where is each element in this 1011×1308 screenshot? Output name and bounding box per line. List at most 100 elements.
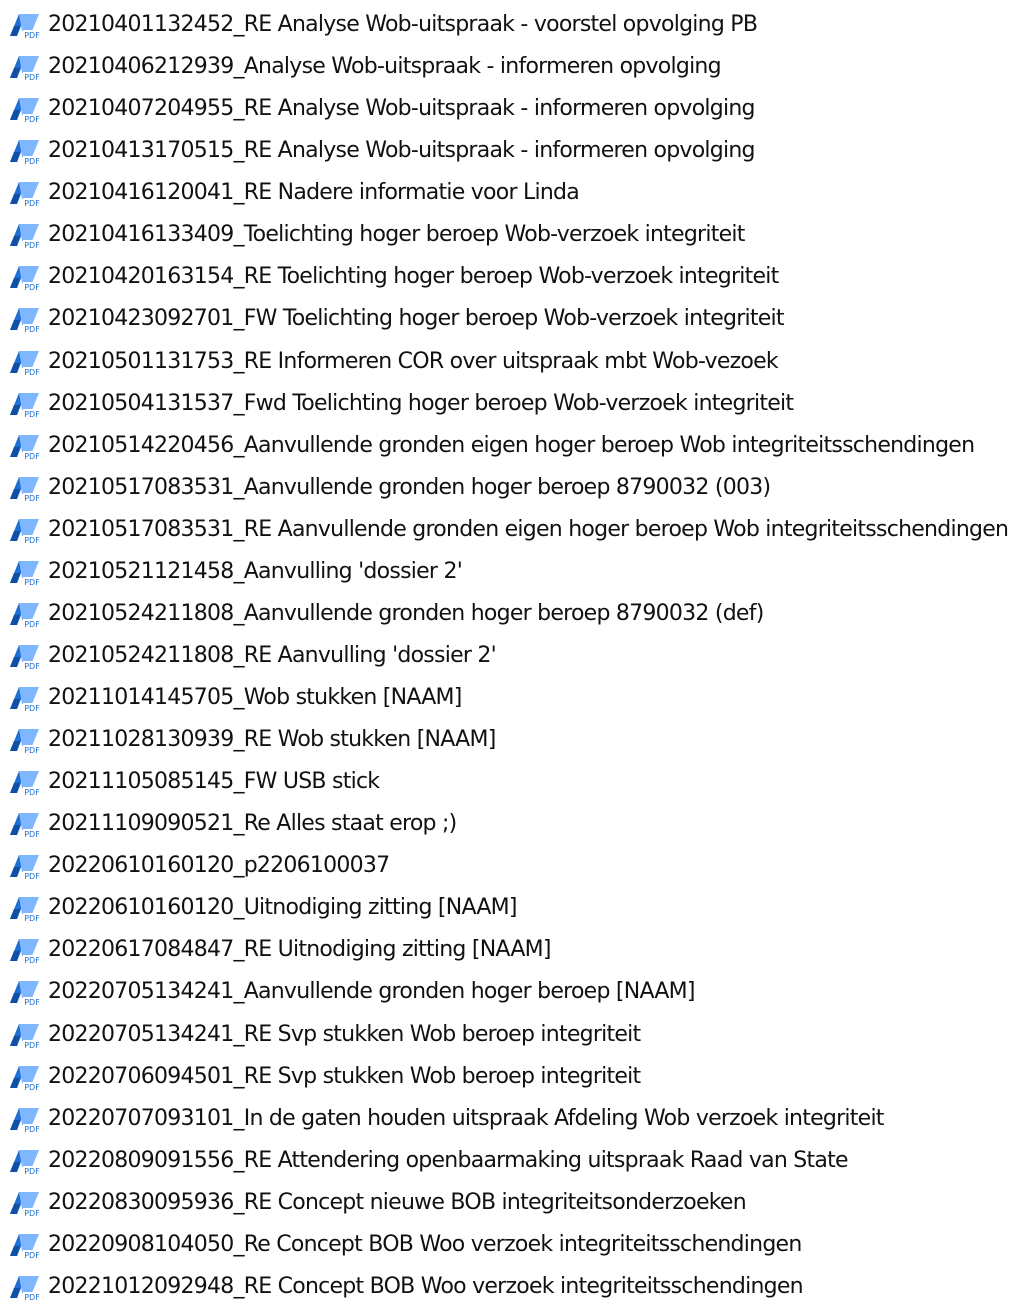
file-row[interactable]: PDF 20220908104050_Re Concept BOB Woo ver… xyxy=(0,1224,1011,1266)
file-row[interactable]: PDF 20220707093101_In de gaten houden uit… xyxy=(0,1098,1011,1140)
file-row[interactable]: PDF 20210407204955_RE Analyse Wob-uitspra… xyxy=(0,88,1011,130)
svg-text:PDF: PDF xyxy=(24,115,40,124)
file-name: 20210413170515_RE Analyse Wob-uitspraak … xyxy=(48,138,756,164)
svg-text:PDF: PDF xyxy=(24,452,40,461)
svg-text:PDF: PDF xyxy=(24,1041,40,1050)
file-name: 20210401132452_RE Analyse Wob-uitspraak … xyxy=(48,12,758,37)
file-name: 20210517083531_RE Aanvullende gronden ei… xyxy=(48,516,1009,542)
pdf-file-icon: PDF xyxy=(10,434,41,461)
svg-text:PDF: PDF xyxy=(24,956,40,965)
file-row[interactable]: PDF 20220617084847_RE Uitnodiging zitting… xyxy=(0,929,1011,971)
file-row[interactable]: PDF 20221012092948_RE Concept BOB Woo ver… xyxy=(0,1266,1011,1308)
pdf-file-icon: PDF xyxy=(10,182,41,208)
pdf-file-icon: PDF xyxy=(10,56,41,82)
file-row[interactable]: PDF 20210504131537_Fwd Toelichting hoger … xyxy=(0,383,1011,425)
file-row[interactable]: PDF 20210420163154_RE Toelichting hoger b… xyxy=(0,256,1011,298)
pdf-file-icon: PDF xyxy=(10,1023,41,1050)
file-row[interactable]: PDF 20211109090521_Re Alles staat erop ;) xyxy=(0,803,1011,845)
pdf-file-icon: PDF xyxy=(10,1191,41,1218)
file-name: 20220610160120_p2206100037 xyxy=(48,853,390,879)
pdf-file-icon: PDF xyxy=(10,602,41,629)
file-row[interactable]: PDF 20220610160120_p2206100037 xyxy=(0,845,1011,887)
file-name: 20210416133409_Toelichting hoger beroep … xyxy=(48,222,745,248)
pdf-file-icon: PDF xyxy=(10,266,41,292)
pdf-file-icon: PDF xyxy=(10,813,41,839)
svg-text:PDF: PDF xyxy=(24,704,40,713)
file-row[interactable]: PDF 20210413170515_RE Analyse Wob-uitspra… xyxy=(0,130,1011,172)
pdf-file-icon: PDF xyxy=(10,1233,41,1260)
file-row[interactable]: PDF 20210521121458_Aanvulling 'dossier 2' xyxy=(0,551,1011,593)
pdf-file-icon: PDF xyxy=(10,981,41,1007)
file-name: 20220707093101_In de gaten houden uitspr… xyxy=(48,1105,884,1131)
svg-text:PDF: PDF xyxy=(24,73,40,82)
file-row[interactable]: PDF 20220705134241_RE Svp stukken Wob ber… xyxy=(0,1014,1011,1056)
pdf-file-icon: PDF xyxy=(10,350,41,377)
file-name: 20210524211808_Aanvullende gronden hoger… xyxy=(48,600,764,626)
svg-text:PDF: PDF xyxy=(24,830,40,839)
pdf-file-icon: PDF xyxy=(10,476,41,503)
pdf-file-icon: PDF xyxy=(10,644,41,671)
file-row[interactable]: PDF 20210416133409_Toelichting hoger bero… xyxy=(0,214,1011,256)
file-row[interactable]: PDF 20220809091556_RE Attendering openbaa… xyxy=(0,1140,1011,1182)
file-row[interactable]: PDF 20210517083531_Aanvullende gronden ho… xyxy=(0,467,1011,509)
svg-text:PDF: PDF xyxy=(24,410,40,419)
file-row[interactable]: PDF 20220705134241_Aanvullende gronden ho… xyxy=(0,971,1011,1013)
svg-text:PDF: PDF xyxy=(24,914,40,923)
svg-text:PDF: PDF xyxy=(24,1083,40,1092)
svg-text:PDF: PDF xyxy=(24,157,40,166)
file-name: 20220610160120_Uitnodiging zitting [NAAM… xyxy=(48,895,518,921)
file-name: 20220705134241_RE Svp stukken Wob beroep… xyxy=(48,1021,641,1047)
file-row[interactable]: PDF 20210416120041_RE Nadere informatie v… xyxy=(0,172,1011,214)
pdf-file-icon: PDF xyxy=(10,1107,41,1134)
file-row[interactable]: PDF 20210514220456_Aanvullende gronden ei… xyxy=(0,425,1011,467)
pdf-file-icon: PDF xyxy=(10,1275,41,1302)
svg-text:PDF: PDF xyxy=(24,788,40,797)
pdf-file-icon: PDF xyxy=(10,224,41,250)
file-list: PDF 20210401132452_RE Analyse Wob-uitspra… xyxy=(0,4,1011,1308)
pdf-file-icon: PDF xyxy=(10,771,41,797)
file-row[interactable]: PDF 20211014145705_Wob stukken [NAAM] xyxy=(0,677,1011,719)
svg-text:PDF: PDF xyxy=(24,31,40,40)
svg-text:PDF: PDF xyxy=(24,662,40,671)
file-row[interactable]: PDF 20210501131753_RE Informeren COR over… xyxy=(0,341,1011,383)
file-name: 20220705134241_Aanvullende gronden hoger… xyxy=(48,979,695,1005)
pdf-file-icon: PDF xyxy=(10,518,41,545)
svg-text:PDF: PDF xyxy=(24,199,40,208)
svg-text:PDF: PDF xyxy=(24,620,40,629)
file-row[interactable]: PDF 20210401132452_RE Analyse Wob-uitspra… xyxy=(0,4,1011,46)
file-row[interactable]: PDF 20220830095936_RE Concept nieuwe BOB … xyxy=(0,1182,1011,1224)
svg-text:PDF: PDF xyxy=(24,1125,40,1134)
file-name: 20220617084847_RE Uitnodiging zitting [N… xyxy=(48,937,551,963)
file-name: 20210420163154_RE Toelichting hoger bero… xyxy=(48,264,779,290)
file-row[interactable]: PDF 20211028130939_RE Wob stukken [NAAM] xyxy=(0,719,1011,761)
file-row[interactable]: PDF 20210524211808_Aanvullende gronden ho… xyxy=(0,593,1011,635)
file-name: 20220908104050_Re Concept BOB Woo verzoe… xyxy=(48,1231,802,1257)
pdf-file-icon: PDF xyxy=(10,140,41,166)
file-name: 20210524211808_RE Aanvulling 'dossier 2' xyxy=(48,642,497,668)
file-name: 20210501131753_RE Informeren COR over ui… xyxy=(48,348,779,374)
svg-text:PDF: PDF xyxy=(24,1251,40,1260)
pdf-file-icon: PDF xyxy=(10,897,41,923)
svg-text:PDF: PDF xyxy=(24,368,40,377)
svg-text:PDF: PDF xyxy=(24,1293,40,1302)
file-name: 20210406212939_Analyse Wob-uitspraak - i… xyxy=(48,54,722,80)
file-row[interactable]: PDF 20211105085145_FW USB stick xyxy=(0,761,1011,803)
svg-text:PDF: PDF xyxy=(24,283,40,292)
pdf-file-icon: PDF xyxy=(10,939,41,965)
file-name: 20211014145705_Wob stukken [NAAM] xyxy=(48,685,462,710)
file-row[interactable]: PDF 20210517083531_RE Aanvullende gronden… xyxy=(0,509,1011,551)
pdf-file-icon: PDF xyxy=(10,687,41,713)
file-row[interactable]: PDF 20220610160120_Uitnodiging zitting [N… xyxy=(0,887,1011,929)
file-row[interactable]: PDF 20220706094501_RE Svp stukken Wob ber… xyxy=(0,1056,1011,1098)
file-name: 20211109090521_Re Alles staat erop ;) xyxy=(48,811,457,837)
file-row[interactable]: PDF 20210406212939_Analyse Wob-uitspraak … xyxy=(0,46,1011,88)
file-name: 20211028130939_RE Wob stukken [NAAM] xyxy=(48,727,496,753)
file-row[interactable]: PDF 20210524211808_RE Aanvulling 'dossier… xyxy=(0,635,1011,677)
file-row[interactable]: PDF 20210423092701_FW Toelichting hoger b… xyxy=(0,298,1011,340)
file-name: 20210517083531_Aanvullende gronden hoger… xyxy=(48,474,771,500)
pdf-file-icon: PDF xyxy=(10,560,41,587)
svg-text:PDF: PDF xyxy=(24,998,40,1007)
pdf-file-icon: PDF xyxy=(10,1149,41,1176)
svg-text:PDF: PDF xyxy=(24,536,40,545)
pdf-file-icon: PDF xyxy=(10,1065,41,1092)
